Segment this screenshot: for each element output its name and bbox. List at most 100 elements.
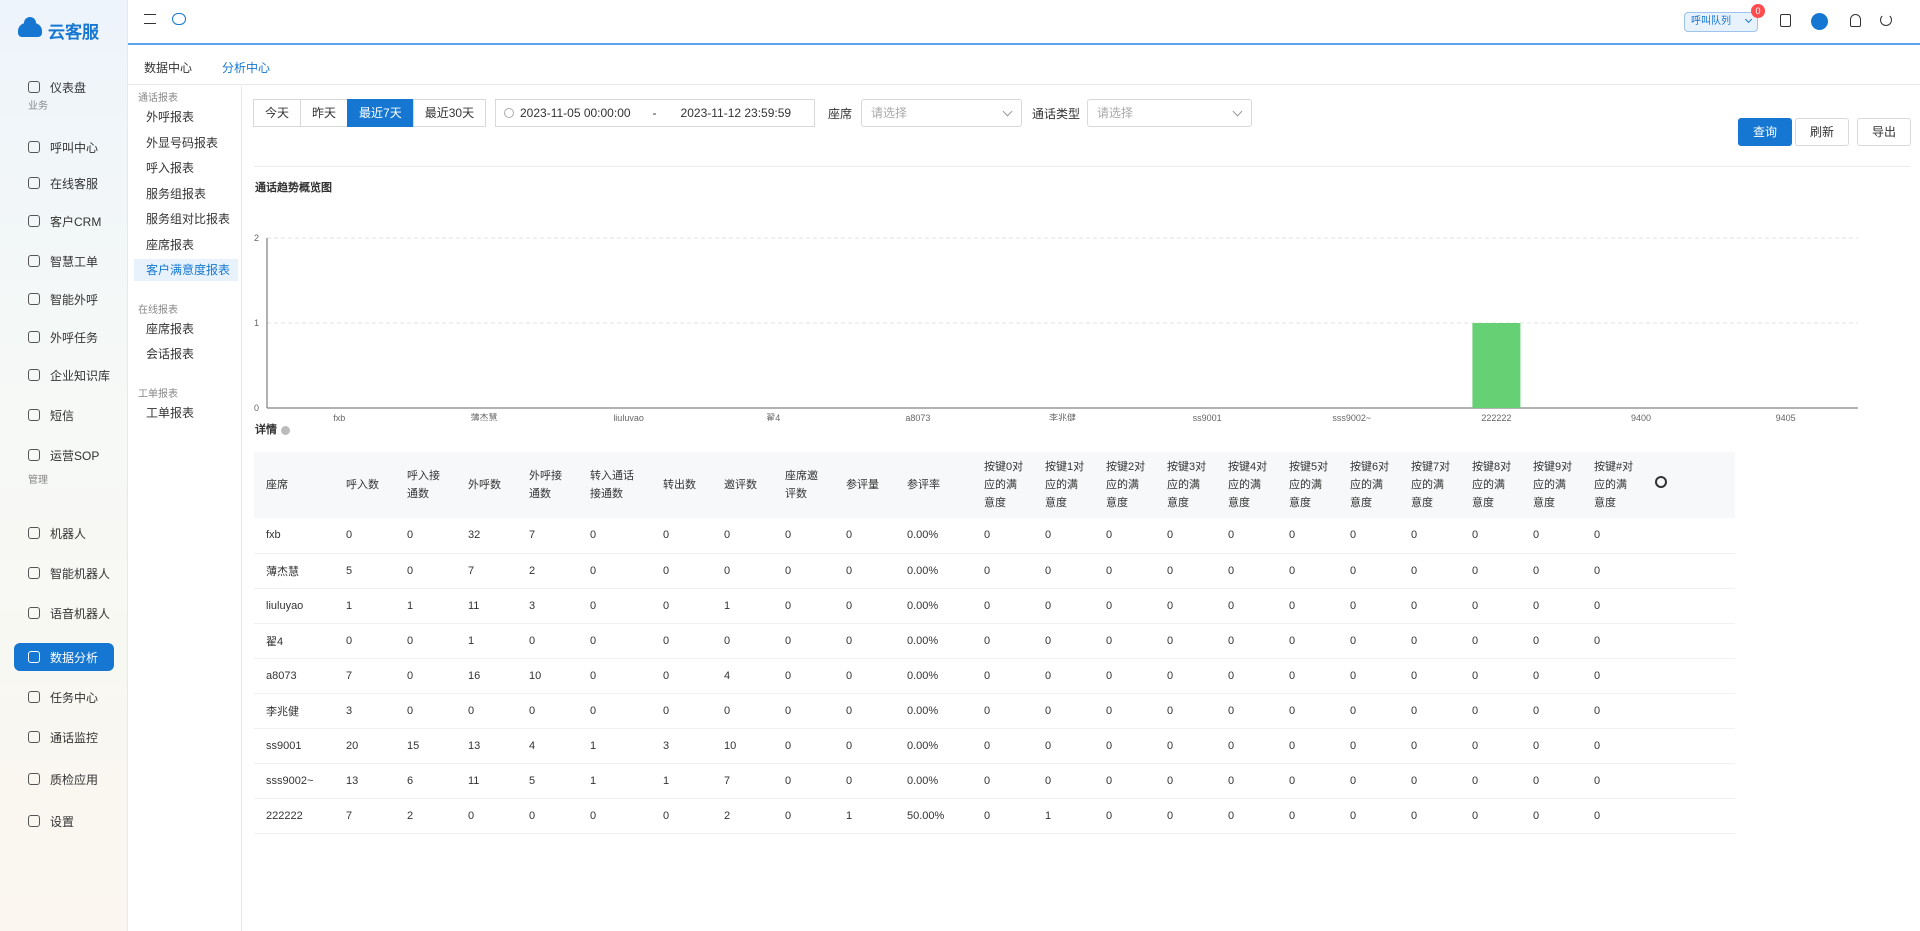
table-cell: 0: [1094, 693, 1155, 729]
table-cell: 1: [578, 728, 651, 764]
range-yesterday-button[interactable]: 昨天: [300, 99, 349, 127]
column-header: 外呼数: [456, 452, 517, 518]
chat-bubble-icon[interactable]: [172, 13, 186, 25]
queue-badge: 0: [1751, 4, 1765, 18]
subnav-item[interactable]: 客户满意度报表: [134, 259, 238, 281]
range-7days-button[interactable]: 最近7天: [347, 99, 414, 127]
table-cell: 0: [578, 518, 651, 554]
date-end[interactable]: 2023-11-12 23:59:59: [681, 106, 792, 120]
sidebar-item-user[interactable]: 客户CRM: [14, 207, 114, 235]
subnav-item[interactable]: 服务组报表: [134, 183, 238, 205]
top-bar: 呼叫队列 0: [128, 0, 1920, 45]
date-start[interactable]: 2023-11-05 00:00:00: [520, 106, 631, 120]
table-cell: 0.00%: [895, 693, 972, 729]
column-header: 转出数: [651, 452, 712, 518]
sidebar-item-phone-task[interactable]: 外呼任务: [14, 323, 114, 351]
call-type-select[interactable]: 请选择: [1087, 99, 1252, 127]
table-cell: 0: [1521, 798, 1582, 834]
sidebar-item-flow[interactable]: 运营SOP: [14, 441, 114, 469]
column-header: 按键9对应的满意度: [1521, 452, 1582, 518]
sidebar-item-task[interactable]: 任务中心: [14, 683, 114, 711]
sidebar-item-robot[interactable]: 机器人: [14, 519, 114, 547]
sidebar-item-smart-robot[interactable]: 智能机器人: [14, 559, 114, 587]
sidebar-item-monitor[interactable]: 通话监控: [14, 723, 114, 751]
refresh-button[interactable]: 刷新: [1795, 118, 1850, 146]
user-icon[interactable]: [1850, 14, 1861, 27]
table-cell: 0: [456, 693, 517, 729]
table-cell: 0: [1399, 588, 1460, 624]
subnav-item[interactable]: 外显号码报表: [134, 132, 238, 154]
sidebar-item-book[interactable]: 企业知识库: [14, 361, 114, 389]
subnav-item[interactable]: 会话报表: [134, 343, 238, 365]
sidebar-item-call-out[interactable]: 智能外呼: [14, 285, 114, 313]
table-cell: 0: [1338, 798, 1399, 834]
table-cell: 翟4: [254, 623, 334, 659]
table-cell: 5: [334, 553, 395, 589]
report-icon[interactable]: [1780, 14, 1791, 27]
info-icon[interactable]: [281, 425, 290, 435]
table-cell: 0: [1582, 588, 1643, 624]
sidebar-item-headset[interactable]: 在线客服: [14, 169, 114, 197]
sidebar-item-label: 智能机器人: [50, 566, 111, 581]
robot-icon: [28, 527, 40, 539]
sidebar-item-settings[interactable]: 设置: [14, 807, 114, 835]
table-row: ss9001 20 15 13 4 1 3 10 0 0 0.00% 0 0 0 0 0 0 0 0 0 0 0: [254, 728, 1735, 764]
table-row: sss9002~ 13 6 11 5 1 1 7 0 0 0.00% 0 0 0 0 0 0 0 0 0 0 0: [254, 763, 1735, 799]
date-range-picker[interactable]: 2023-11-05 00:00:00 - 2023-11-12 23:59:5…: [495, 99, 815, 127]
table-cell: 0: [1033, 728, 1094, 764]
sidebar-item-phone[interactable]: 呼叫中心: [14, 133, 114, 161]
table-cell: 0: [972, 588, 1033, 624]
book-icon: [28, 369, 40, 381]
home-icon: [28, 81, 40, 93]
table-cell: 0: [1094, 798, 1155, 834]
table-cell: 0: [972, 798, 1033, 834]
app-logo[interactable]: 云客服: [0, 0, 127, 60]
query-button[interactable]: 查询: [1738, 118, 1793, 146]
agent-select[interactable]: 请选择: [861, 99, 1022, 127]
menu-collapse-icon[interactable]: [144, 14, 156, 24]
subnav-item[interactable]: 座席报表: [134, 318, 238, 340]
range-30days-button[interactable]: 最近30天: [412, 99, 487, 127]
table-cell: 0: [651, 693, 712, 729]
table-cell: 1: [334, 588, 395, 624]
gear-icon[interactable]: [1655, 476, 1667, 488]
table-cell: 0: [1216, 693, 1277, 729]
table-cell: 16: [456, 658, 517, 694]
table-cell: 0: [773, 553, 834, 589]
sidebar-item-chart[interactable]: 数据分析: [14, 643, 114, 671]
table-cell: 6: [395, 763, 456, 799]
bar: [1472, 323, 1521, 408]
table-cell: 0: [1094, 763, 1155, 799]
sidebar-item-voice-robot[interactable]: 语音机器人: [14, 599, 114, 627]
column-header: 座席邀评数: [773, 452, 834, 518]
subnav-item[interactable]: 服务组对比报表: [134, 208, 238, 230]
table-cell: 0: [1460, 728, 1521, 764]
sidebar-item-label: 客户CRM: [50, 214, 102, 229]
subnav-item[interactable]: 呼入报表: [134, 157, 238, 179]
headset-icon: [28, 177, 40, 189]
table-cell: 0: [1460, 518, 1521, 554]
table-cell: 0: [712, 553, 773, 589]
table-cell: 0: [1216, 518, 1277, 554]
call-queue-button[interactable]: 呼叫队列 0: [1684, 4, 1765, 32]
column-header: 按键6对应的满意度: [1338, 452, 1399, 518]
status-dot-icon[interactable]: [1811, 13, 1828, 30]
column-header: 按键7对应的满意度: [1399, 452, 1460, 518]
sidebar-item-quality[interactable]: 质检应用: [14, 765, 114, 793]
table-cell: 0: [517, 693, 578, 729]
table-cell: 0: [712, 623, 773, 659]
subnav-item[interactable]: 外呼报表: [134, 106, 238, 128]
range-today-button[interactable]: 今天: [253, 99, 302, 127]
subnav-item[interactable]: 工单报表: [134, 402, 238, 424]
column-header: 按键0对应的满意度: [972, 452, 1033, 518]
power-icon[interactable]: [1880, 14, 1892, 26]
export-button[interactable]: 导出: [1857, 118, 1912, 146]
tab-data-center[interactable]: 数据中心: [144, 59, 192, 76]
table-cell: 0: [1094, 588, 1155, 624]
sidebar-item-label: 在线客服: [50, 176, 99, 191]
table-cell: 0: [1277, 658, 1338, 694]
tab-analysis-center[interactable]: 分析中心: [222, 59, 270, 76]
sidebar-item-message[interactable]: 短信: [14, 401, 114, 429]
sidebar-item-document[interactable]: 智慧工单: [14, 247, 114, 275]
subnav-item[interactable]: 座席报表: [134, 234, 238, 256]
